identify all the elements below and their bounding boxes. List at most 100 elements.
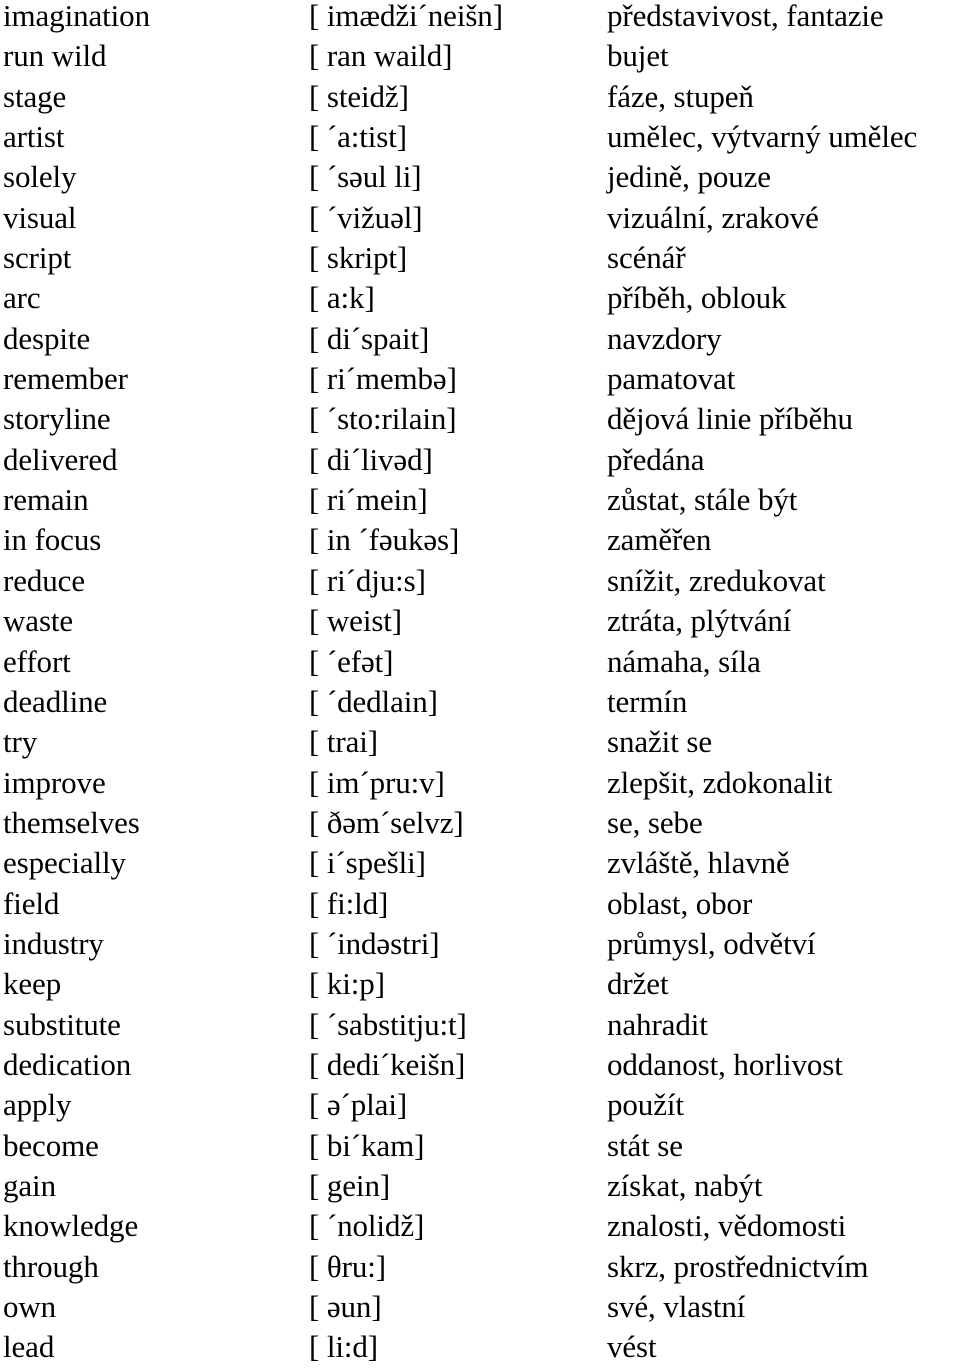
czech-translation: použít: [607, 1087, 684, 1123]
czech-translation: stát se: [607, 1127, 683, 1163]
english-word: run wild: [3, 38, 107, 74]
czech-translation: své, vlastní: [607, 1289, 746, 1324]
pronunciation: [ in ´fəukəs]: [309, 522, 460, 558]
english-word: solely: [3, 159, 77, 195]
english-word: script: [3, 240, 72, 276]
vocabulary-row: reduce [ ri´dju:s] snížit, zredukovat: [0, 565, 960, 605]
czech-translation: pamatovat: [607, 361, 736, 397]
czech-translation: získat, nabýt: [607, 1167, 763, 1203]
czech-translation: jedině, pouze: [607, 159, 771, 195]
vocabulary-row: knowledge [ ´nolidž] znalosti, vědomosti: [0, 1210, 960, 1250]
czech-translation: skrz, prostřednictvím: [607, 1248, 869, 1284]
vocabulary-row: waste [ weist] ztráta, plýtvání: [0, 605, 960, 645]
czech-translation: vést: [607, 1329, 657, 1365]
english-word: field: [3, 885, 60, 921]
pronunciation: [ ´indəstri]: [309, 925, 440, 961]
vocabulary-row: solely [ ´səul li] jedině, pouze: [0, 161, 960, 201]
pronunciation: [ gein]: [309, 1167, 391, 1203]
vocabulary-row: own [ əun] své, vlastní: [0, 1291, 960, 1331]
vocabulary-row: lead [ li:d] vést: [0, 1331, 960, 1371]
pronunciation: [ li:d]: [309, 1329, 379, 1365]
pronunciation: [ θru:]: [309, 1248, 386, 1284]
czech-translation: scénář: [607, 240, 686, 276]
czech-translation: oblast, obor: [607, 885, 753, 921]
pronunciation: [ ´efət]: [309, 643, 394, 679]
czech-translation: zlepšit, zdokonalit: [607, 764, 833, 800]
pronunciation: [ ´nolidž]: [309, 1208, 425, 1244]
czech-translation: snížit, zredukovat: [607, 562, 826, 598]
vocabulary-row: run wild [ ran waild] bujet: [0, 40, 960, 80]
english-word: own: [3, 1289, 57, 1324]
english-word: through: [3, 1248, 99, 1284]
czech-translation: snažit se: [607, 724, 712, 760]
czech-translation: fáze, stupeň: [607, 78, 754, 114]
vocabulary-row: storyline [ ´sto:rilain] dějová linie příb…: [0, 403, 960, 443]
english-word: imagination: [3, 0, 150, 33]
vocabulary-row: imagination [ imædži´neišn] představivost,…: [0, 0, 960, 40]
czech-translation: dějová linie příběhu: [607, 401, 853, 437]
english-word: substitute: [3, 1006, 121, 1042]
english-word: dedication: [3, 1046, 132, 1082]
english-word: arc: [3, 280, 41, 316]
english-word: knowledge: [3, 1208, 139, 1244]
vocabulary-row: try [ trai] snažit se: [0, 726, 960, 766]
czech-translation: se, sebe: [607, 804, 703, 840]
vocabulary-row: dedication [ dedi´keišn] oddanost, horlivo…: [0, 1049, 960, 1089]
english-word: despite: [3, 320, 91, 356]
czech-translation: příběh, oblouk: [607, 280, 787, 316]
vocabulary-row: artist [ ´a:tist] umělec, výtvarný umělec: [0, 121, 960, 161]
pronunciation: [ ri´membə]: [309, 361, 457, 397]
pronunciation: [ dedi´keišn]: [309, 1046, 466, 1082]
pronunciation: [ ´vižuəl]: [309, 199, 423, 235]
pronunciation: [ a:k]: [309, 280, 375, 316]
pronunciation: [ imædži´neišn]: [309, 0, 503, 33]
vocabulary-row: gain [ gein] získat, nabýt: [0, 1170, 960, 1210]
vocabulary-row: especially [ i´spešli] zvláště, hlavně: [0, 847, 960, 887]
vocabulary-row: field [ fi:ld] oblast, obor: [0, 888, 960, 928]
vocabulary-row: remain [ ri´mein] zůstat, stále být: [0, 484, 960, 524]
pronunciation: [ ´səul li]: [309, 159, 422, 195]
pronunciation: [ im´pru:v]: [309, 764, 445, 800]
english-word: try: [3, 724, 38, 760]
vocabulary-row: improve [ im´pru:v] zlepšit, zdokonalit: [0, 767, 960, 807]
czech-translation: průmysl, odvětví: [607, 925, 816, 961]
czech-translation: zůstat, stále být: [607, 482, 798, 518]
english-word: keep: [3, 966, 62, 1002]
vocabulary-row: apply [ ə´plai] použít: [0, 1089, 960, 1129]
vocabulary-row: arc [ a:k] příběh, oblouk: [0, 282, 960, 322]
pronunciation: [ fi:ld]: [309, 885, 389, 921]
czech-translation: nahradit: [607, 1006, 708, 1042]
vocabulary-row: become [ bi´kam] stát se: [0, 1130, 960, 1170]
czech-translation: námaha, síla: [607, 643, 761, 679]
czech-translation: bujet: [607, 38, 669, 74]
pronunciation: [ ´a:tist]: [309, 119, 407, 155]
czech-translation: předána: [607, 441, 705, 477]
english-word: gain: [3, 1167, 56, 1203]
english-word: remain: [3, 482, 89, 518]
english-word: artist: [3, 119, 65, 155]
pronunciation: [ trai]: [309, 724, 379, 760]
czech-translation: ztráta, plýtvání: [607, 603, 792, 639]
vocabulary-row: script [ skript] scénář: [0, 242, 960, 282]
vocabulary-row: despite [ di´spait] navzdory: [0, 323, 960, 363]
english-word: lead: [3, 1329, 55, 1365]
pronunciation: [ ´sto:rilain]: [309, 401, 457, 437]
czech-translation: vizuální, zrakové: [607, 199, 819, 235]
pronunciation: [ ri´mein]: [309, 482, 428, 518]
czech-translation: oddanost, horlivost: [607, 1046, 843, 1082]
vocabulary-table: imagination [ imædži´neišn] představivost,…: [0, 0, 960, 1372]
english-word: reduce: [3, 562, 86, 598]
vocabulary-row: themselves [ ðəm´selvz] se, sebe: [0, 807, 960, 847]
vocabulary-row: delivered [ di´livəd] předána: [0, 444, 960, 484]
czech-translation: zvláště, hlavně: [607, 845, 790, 881]
pronunciation: [ steidž]: [309, 78, 409, 114]
english-word: waste: [3, 603, 74, 639]
pronunciation: [ əun]: [309, 1289, 382, 1324]
vocabulary-row: remember [ ri´membə] pamatovat: [0, 363, 960, 403]
pronunciation: [ bi´kam]: [309, 1127, 425, 1163]
vocabulary-row: stage [ steidž] fáze, stupeň: [0, 81, 960, 121]
vocabulary-row: through [ θru:] skrz, prostřednictvím: [0, 1251, 960, 1291]
czech-translation: představivost, fantazie: [607, 0, 884, 33]
vocabulary-row: deadline [ ´dedlain] termín: [0, 686, 960, 726]
pronunciation: [ ran waild]: [309, 38, 453, 74]
